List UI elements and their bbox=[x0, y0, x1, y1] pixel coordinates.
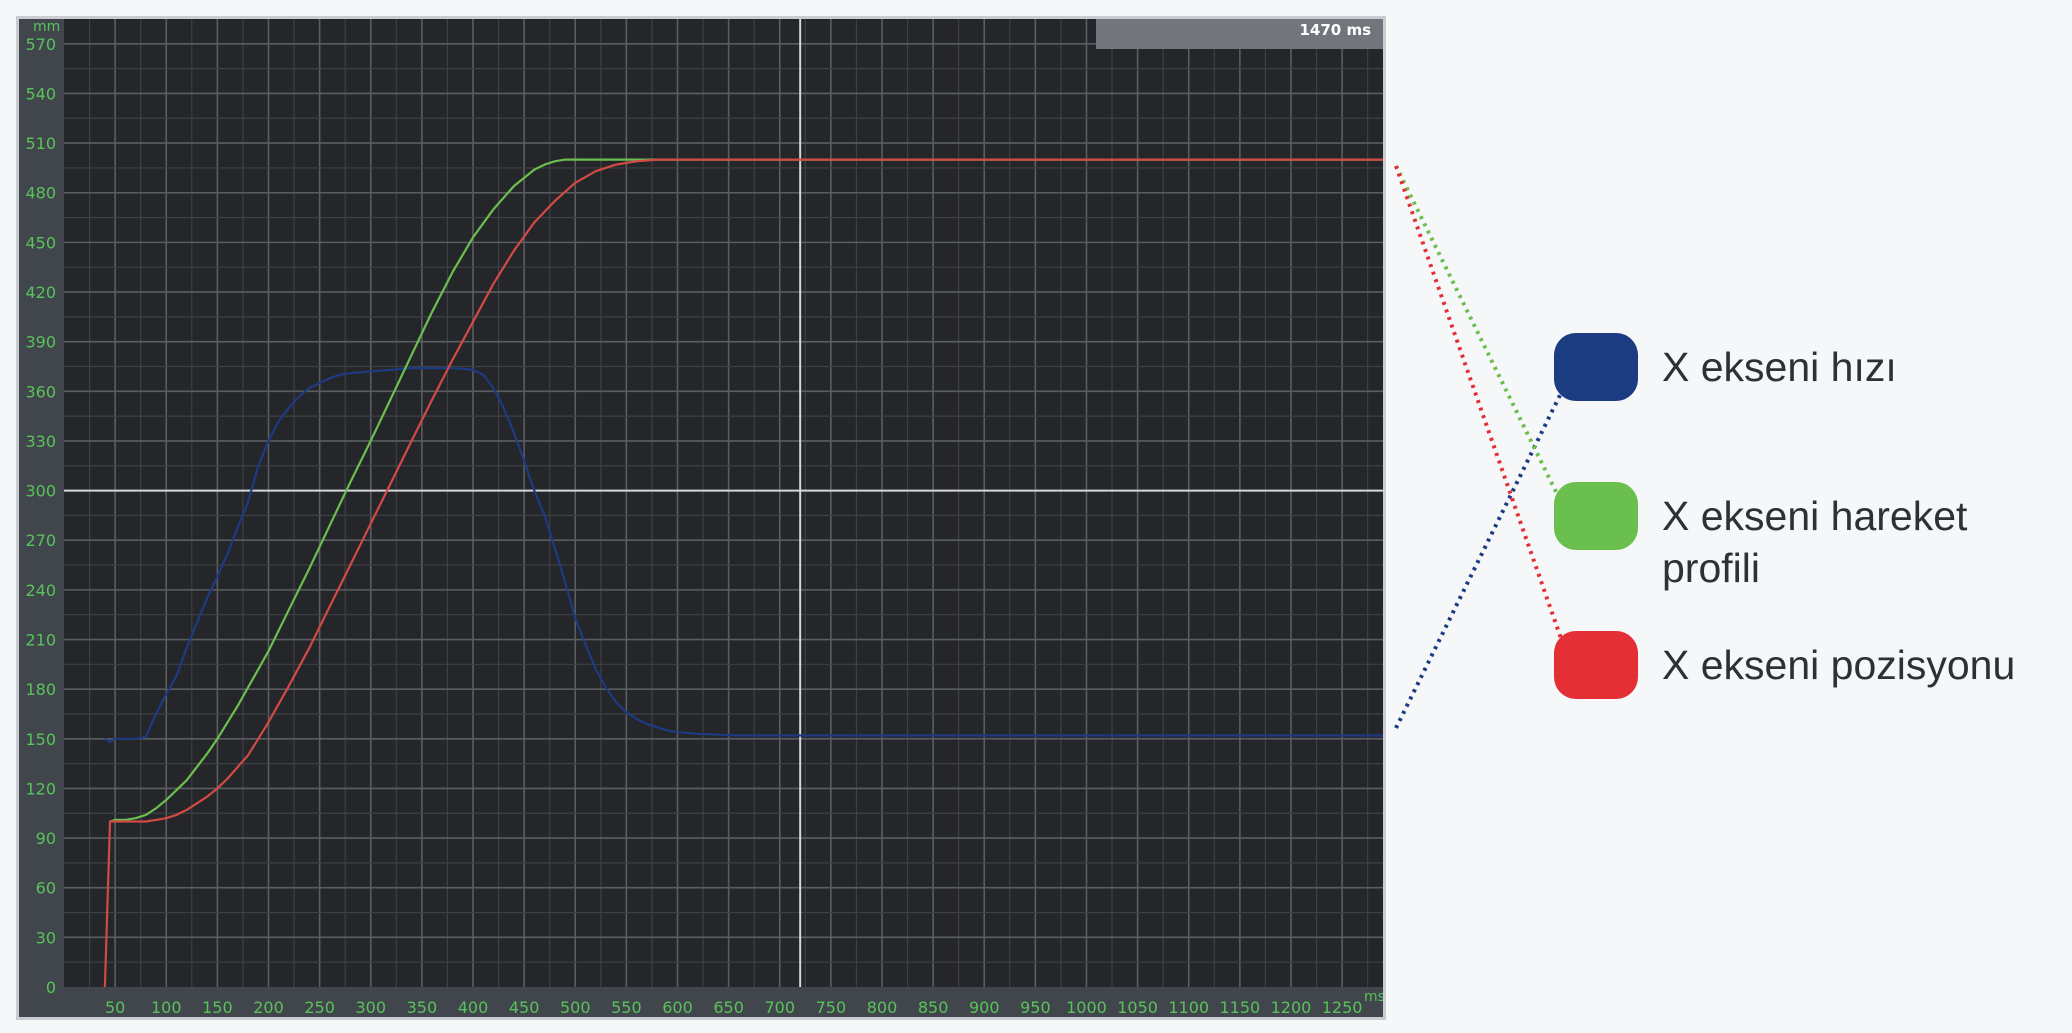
line-chart: 0 30 60 90 120 150 180 210 240 270 300 330 360 390 420… bbox=[25, 19, 1383, 1017]
legend-item-position: X ekseni pozisyonu bbox=[1554, 631, 2052, 699]
x-tick-label: 1050 bbox=[1117, 998, 1158, 1017]
y-tick-label: 480 bbox=[25, 184, 56, 203]
x-tick-label: 700 bbox=[764, 998, 795, 1017]
chart-panel: 0 30 60 90 120 150 180 210 240 270 300 330 360 390 420… bbox=[16, 16, 1386, 1020]
x-tick-label: 850 bbox=[918, 998, 949, 1017]
x-tick-label: 100 bbox=[151, 998, 182, 1017]
y-tick-label: 60 bbox=[36, 879, 56, 898]
x-tick-label: 150 bbox=[202, 998, 233, 1017]
y-tick-label: 0 bbox=[46, 978, 56, 997]
x-tick-label: 1100 bbox=[1168, 998, 1209, 1017]
y-tick-label: 570 bbox=[25, 35, 56, 54]
x-tick-label: 450 bbox=[509, 998, 540, 1017]
x-tick-label: 1200 bbox=[1271, 998, 1312, 1017]
x-axis-unit-label: ms bbox=[1364, 989, 1383, 1005]
plot-area bbox=[64, 19, 1383, 987]
legend-swatch-motion-profile bbox=[1554, 482, 1638, 550]
x-tick-label: 400 bbox=[458, 998, 489, 1017]
connector-line-speed bbox=[1394, 386, 1566, 729]
y-tick-label: 540 bbox=[25, 84, 56, 103]
y-tick-label: 210 bbox=[25, 631, 56, 650]
y-tick-label: 90 bbox=[36, 829, 56, 848]
y-tick-label: 330 bbox=[25, 432, 56, 451]
x-tick-label: 1150 bbox=[1219, 998, 1260, 1017]
y-tick-label: 510 bbox=[25, 134, 56, 153]
y-tick-label: 360 bbox=[25, 382, 56, 401]
x-tick-label: 50 bbox=[105, 998, 125, 1017]
x-tick-label: 800 bbox=[867, 998, 898, 1017]
y-tick-label: 300 bbox=[25, 482, 56, 501]
y-tick-label: 180 bbox=[25, 680, 56, 699]
x-tick-label: 950 bbox=[1020, 998, 1051, 1017]
x-tick-label: 500 bbox=[560, 998, 591, 1017]
x-tick-label: 300 bbox=[355, 998, 386, 1017]
x-tick-label: 250 bbox=[304, 998, 335, 1017]
y-tick-label: 450 bbox=[25, 233, 56, 252]
y-tick-label: 270 bbox=[25, 531, 56, 550]
legend-item-motion-profile: X ekseni hareket profili bbox=[1554, 482, 2052, 594]
y-tick-label: 30 bbox=[36, 928, 56, 947]
legend-swatch-speed bbox=[1554, 333, 1638, 401]
legend-label-speed: X ekseni hızı bbox=[1662, 344, 1897, 390]
x-tick-label: 1250 bbox=[1322, 998, 1363, 1017]
x-tick-label: 200 bbox=[253, 998, 284, 1017]
x-tick-label: 550 bbox=[611, 998, 642, 1017]
time-badge: 1470 ms bbox=[1096, 19, 1383, 49]
legend-label-position: X ekseni pozisyonu bbox=[1662, 642, 2016, 688]
connector-line-position bbox=[1394, 165, 1566, 648]
y-tick-label: 420 bbox=[25, 283, 56, 302]
x-tick-label: 900 bbox=[969, 998, 1000, 1017]
y-tick-label: 150 bbox=[25, 730, 56, 749]
x-tick-label: 650 bbox=[713, 998, 744, 1017]
connector-line-motion-profile bbox=[1394, 165, 1562, 501]
x-tick-label: 750 bbox=[816, 998, 847, 1017]
y-tick-label: 390 bbox=[25, 333, 56, 352]
x-tick-label: 350 bbox=[407, 998, 438, 1017]
time-badge-text: 1470 ms bbox=[1299, 21, 1371, 39]
x-tick-label: 1000 bbox=[1066, 998, 1107, 1017]
legend-label-motion-profile: X ekseni hareket profili bbox=[1662, 493, 1968, 591]
legend-item-speed: X ekseni hızı bbox=[1554, 333, 2052, 401]
legend-swatch-position bbox=[1554, 631, 1638, 699]
y-tick-label: 120 bbox=[25, 779, 56, 798]
y-tick-label: 240 bbox=[25, 581, 56, 600]
x-tick-label: 600 bbox=[662, 998, 693, 1017]
y-axis-unit-label: mm bbox=[33, 19, 60, 35]
